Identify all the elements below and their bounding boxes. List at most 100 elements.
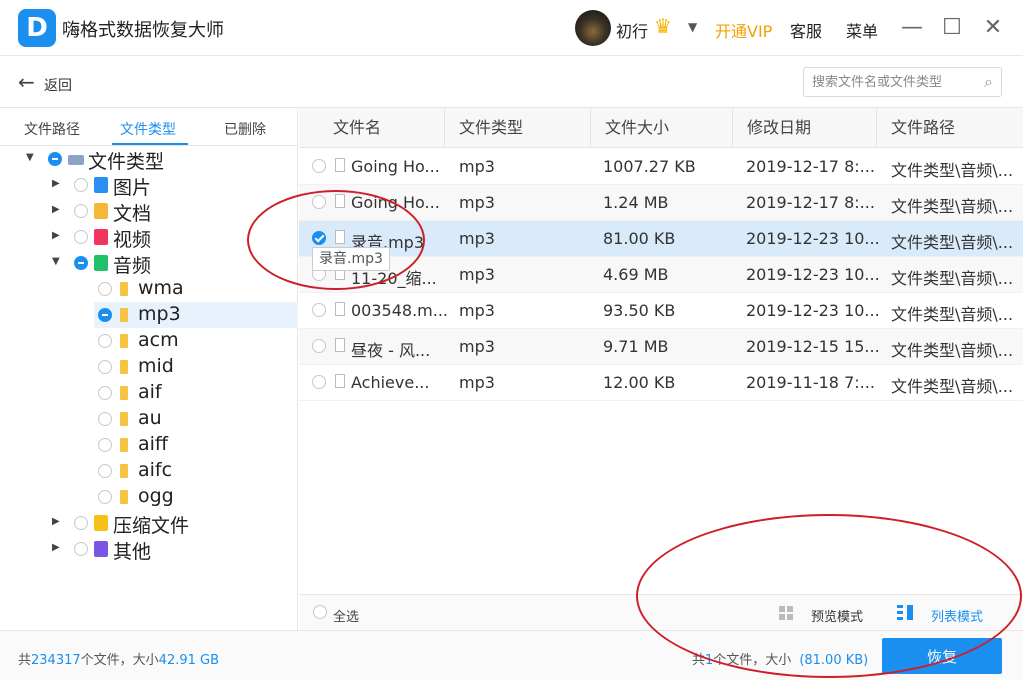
tree-checkbox[interactable] bbox=[98, 386, 112, 400]
cell-size: 4.69 MB bbox=[603, 265, 669, 284]
cell-size: 93.50 KB bbox=[603, 301, 676, 320]
row-checkbox[interactable] bbox=[312, 303, 326, 317]
column-header-type[interactable]: 文件类型 bbox=[445, 108, 591, 148]
tree-node-mid[interactable]: mid bbox=[0, 354, 298, 380]
tree-node-mp3[interactable]: mp3 bbox=[94, 302, 298, 328]
tree-checkbox[interactable] bbox=[98, 360, 112, 374]
tree-checkbox[interactable] bbox=[98, 490, 112, 504]
chevron-down-icon[interactable]: ▼ bbox=[688, 20, 697, 34]
table-row[interactable]: Going Ho... mp3 1.24 MB 2019-12-17 8:...… bbox=[299, 185, 1023, 221]
menu-button[interactable]: 菜单 bbox=[846, 18, 878, 42]
tree-checkbox[interactable] bbox=[98, 334, 112, 348]
tree-node-doc[interactable]: ▶ 文档 bbox=[0, 198, 298, 225]
close-icon[interactable]: ✕ bbox=[979, 14, 1007, 42]
back-arrow-icon[interactable]: ← bbox=[18, 70, 35, 94]
tree-checkbox[interactable] bbox=[74, 230, 88, 244]
tree-checkbox[interactable] bbox=[74, 178, 88, 192]
expand-arrow-icon[interactable]: ▶ bbox=[52, 178, 60, 189]
crown-icon: ♛ bbox=[654, 14, 672, 38]
tree-node-other[interactable]: ▶ 其他 bbox=[0, 536, 298, 563]
select-all-label[interactable]: 全选 bbox=[333, 606, 359, 625]
row-checkbox[interactable] bbox=[312, 375, 326, 389]
tree-checkbox[interactable] bbox=[74, 256, 88, 270]
tree-label: aifc bbox=[138, 459, 173, 481]
back-button[interactable]: 返回 bbox=[44, 75, 72, 95]
search-icon[interactable]: ⌕ bbox=[984, 72, 993, 92]
tree-checkbox[interactable] bbox=[98, 282, 112, 296]
tree-node-aiff[interactable]: aiff bbox=[0, 432, 298, 458]
search-input[interactable] bbox=[804, 68, 969, 96]
preview-mode-button[interactable]: 预览模式 bbox=[811, 606, 863, 625]
vip-button[interactable]: 开通VIP bbox=[715, 18, 772, 42]
column-header-size[interactable]: 文件大小 bbox=[591, 108, 733, 148]
cell-path: 文件类型\音频\... bbox=[891, 377, 1014, 396]
row-checkbox[interactable] bbox=[312, 231, 326, 245]
tree-checkbox[interactable] bbox=[74, 204, 88, 218]
minimize-icon[interactable]: — bbox=[898, 14, 926, 42]
selected-size: (81.00 KB) bbox=[799, 653, 869, 668]
list-view-icon[interactable] bbox=[897, 605, 915, 621]
tree-node-wma[interactable]: wma bbox=[0, 276, 298, 302]
folder-icon bbox=[120, 308, 128, 322]
cell-size: 12.00 KB bbox=[603, 373, 676, 392]
cell-size: 81.00 KB bbox=[603, 229, 676, 248]
expand-arrow-icon[interactable]: ▶ bbox=[52, 542, 60, 553]
column-header-name[interactable]: 文件名 bbox=[319, 108, 445, 148]
row-checkbox[interactable] bbox=[312, 159, 326, 173]
summary-text: 个文件，大小 bbox=[80, 653, 159, 668]
folder-icon bbox=[120, 490, 128, 504]
cell-path: 文件类型\音频\... bbox=[891, 305, 1014, 324]
expand-arrow-icon[interactable]: ▶ bbox=[52, 204, 60, 215]
table-row-selected[interactable]: 录音.mp3 mp3 81.00 KB 2019-12-23 10... 文件类… bbox=[299, 221, 1023, 257]
username[interactable]: 初行 bbox=[616, 18, 648, 42]
tree-node-root[interactable]: ▼ 文件类型 bbox=[0, 146, 298, 173]
tree-checkbox[interactable] bbox=[74, 516, 88, 530]
search-box: ⌕ bbox=[803, 67, 1002, 97]
select-all-checkbox[interactable] bbox=[313, 605, 327, 619]
tree-checkbox[interactable] bbox=[98, 412, 112, 426]
selected-files-summary: 共1个文件，大小 (81.00 KB) bbox=[692, 649, 868, 668]
table-row[interactable]: 003548.m... mp3 93.50 KB 2019-12-23 10..… bbox=[299, 293, 1023, 329]
list-mode-button[interactable]: 列表模式 bbox=[931, 606, 983, 625]
expand-arrow-icon[interactable]: ▶ bbox=[52, 230, 60, 241]
table-row[interactable]: 11-20_缩... mp3 4.69 MB 2019-12-23 10... … bbox=[299, 257, 1023, 293]
left-panel: 文件路径 文件类型 已删除 ▼ 文件类型 ▶ 图片 ▶ 文档 ▶ 视频 ▼ 音频… bbox=[0, 108, 298, 630]
tab-file-type[interactable]: 文件类型 bbox=[120, 119, 176, 139]
row-checkbox[interactable] bbox=[312, 195, 326, 209]
tree-node-acm[interactable]: acm bbox=[0, 328, 298, 354]
filename-tooltip: 录音.mp3 bbox=[312, 247, 390, 271]
tree-node-archive[interactable]: ▶ 压缩文件 bbox=[0, 510, 298, 537]
table-row[interactable]: 昼夜 - 风... mp3 9.71 MB 2019-12-15 15... 文… bbox=[299, 329, 1023, 365]
avatar[interactable] bbox=[575, 10, 611, 46]
tree-node-video[interactable]: ▶ 视频 bbox=[0, 224, 298, 251]
row-checkbox[interactable] bbox=[312, 339, 326, 353]
tree-checkbox[interactable] bbox=[98, 308, 112, 322]
table-row[interactable]: Going Ho... mp3 1007.27 KB 2019-12-17 8:… bbox=[299, 149, 1023, 185]
collapse-arrow-icon[interactable]: ▼ bbox=[52, 256, 60, 267]
expand-arrow-icon[interactable]: ▶ bbox=[52, 516, 60, 527]
maximize-icon[interactable]: ☐ bbox=[938, 14, 966, 42]
grid-view-icon[interactable] bbox=[779, 606, 793, 620]
expand-arrow-icon[interactable]: ▼ bbox=[26, 152, 34, 163]
tree-node-aifc[interactable]: aifc bbox=[0, 458, 298, 484]
left-tabs: 文件路径 文件类型 已删除 bbox=[0, 108, 298, 146]
column-header-date[interactable]: 修改日期 bbox=[733, 108, 877, 148]
tree-node-ogg[interactable]: ogg bbox=[0, 484, 298, 510]
tree-node-aif[interactable]: aif bbox=[0, 380, 298, 406]
tab-deleted[interactable]: 已删除 bbox=[224, 119, 266, 139]
tree-checkbox[interactable] bbox=[98, 464, 112, 478]
tree-checkbox[interactable] bbox=[98, 438, 112, 452]
tab-file-path[interactable]: 文件路径 bbox=[24, 119, 80, 139]
tree-node-au[interactable]: au bbox=[0, 406, 298, 432]
service-button[interactable]: 客服 bbox=[790, 18, 822, 42]
column-header-path[interactable]: 文件路径 bbox=[877, 108, 1023, 148]
table-row[interactable]: Achieve... mp3 12.00 KB 2019-11-18 7:...… bbox=[299, 365, 1023, 401]
recover-button[interactable]: 恢复 bbox=[882, 638, 1002, 674]
tree-node-image[interactable]: ▶ 图片 bbox=[0, 172, 298, 199]
tree-checkbox[interactable] bbox=[74, 542, 88, 556]
tree-label: 音频 bbox=[113, 255, 152, 277]
drive-icon bbox=[68, 155, 84, 165]
tree-checkbox[interactable] bbox=[48, 152, 62, 166]
tree-label: mid bbox=[138, 355, 174, 377]
tree-node-audio[interactable]: ▼ 音频 bbox=[0, 250, 298, 277]
